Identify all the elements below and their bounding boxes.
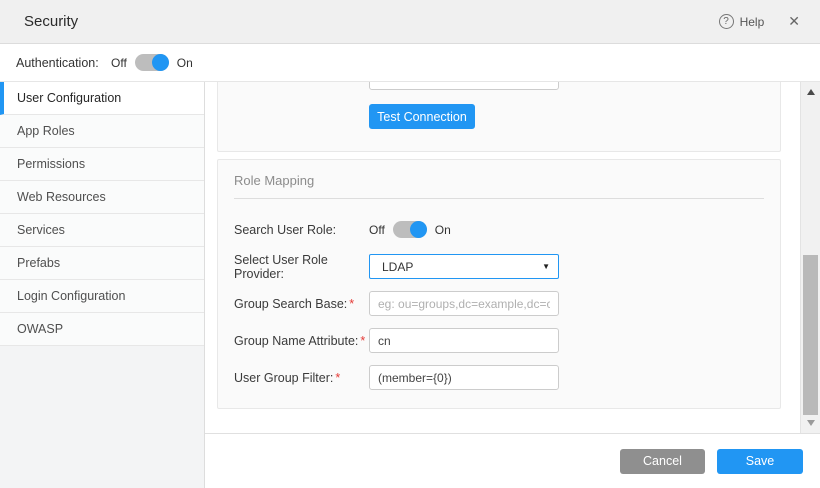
scroll-up-arrow-icon[interactable] (801, 84, 820, 100)
group-search-base-row: Group Search Base:* (234, 291, 764, 316)
scroll-area: Test Connection Role Mapping Search User… (205, 82, 820, 433)
dialog-body: User Configuration App Roles Permissions… (0, 82, 820, 488)
user-group-filter-input[interactable] (369, 365, 559, 390)
page-title: Security (24, 13, 719, 30)
test-connection-button[interactable]: Test Connection (369, 104, 475, 129)
search-user-role-row: Search User Role: Off On (234, 217, 764, 242)
user-group-filter-row: User Group Filter:* (234, 365, 764, 390)
user-group-filter-label: User Group Filter:* (234, 371, 369, 385)
search-user-role-off-label: Off (369, 223, 385, 237)
sidebar-item-user-configuration[interactable]: User Configuration (0, 82, 204, 115)
dialog-header: Security ? Help ✕ (0, 0, 820, 44)
provider-label: Select User Role Provider: (234, 253, 369, 281)
authentication-on-label: On (177, 56, 193, 70)
sidebar: User Configuration App Roles Permissions… (0, 82, 205, 488)
required-asterisk: * (349, 297, 354, 311)
group-name-attribute-input[interactable] (369, 328, 559, 353)
scroll-down-arrow-icon[interactable] (801, 415, 820, 431)
authentication-bar: Authentication: Off On (0, 44, 820, 82)
cancel-button[interactable]: Cancel (620, 449, 705, 474)
save-button[interactable]: Save (717, 449, 803, 474)
sidebar-item-permissions[interactable]: Permissions (0, 148, 204, 181)
group-search-base-input[interactable] (369, 291, 559, 316)
search-user-role-toggle[interactable] (393, 221, 427, 238)
sidebar-item-app-roles[interactable]: App Roles (0, 115, 204, 148)
header-actions: ? Help ✕ (719, 13, 800, 30)
connection-card: Test Connection (217, 82, 781, 152)
sidebar-item-services[interactable]: Services (0, 214, 204, 247)
provider-row: Select User Role Provider: LDAP ▼ (234, 254, 764, 279)
role-mapping-title: Role Mapping (234, 173, 764, 188)
group-name-attribute-label: Group Name Attribute:* (234, 334, 369, 348)
required-asterisk: * (360, 334, 365, 348)
authentication-label: Authentication: (16, 56, 111, 70)
help-label: Help (740, 15, 765, 29)
footer-actions: Cancel Save (205, 433, 820, 488)
authentication-off-label: Off (111, 56, 127, 70)
sidebar-item-prefabs[interactable]: Prefabs (0, 247, 204, 280)
user-role-provider-select[interactable]: LDAP ▼ (369, 254, 559, 279)
help-icon: ? (719, 14, 734, 29)
help-button[interactable]: ? Help (719, 14, 765, 29)
section-divider (234, 198, 764, 199)
sidebar-item-owasp[interactable]: OWASP (0, 313, 204, 346)
authentication-toggle[interactable] (135, 54, 169, 71)
sidebar-item-login-configuration[interactable]: Login Configuration (0, 280, 204, 313)
sidebar-item-web-resources[interactable]: Web Resources (0, 181, 204, 214)
required-asterisk: * (335, 371, 340, 385)
search-user-role-label: Search User Role: (234, 223, 369, 237)
chevron-down-icon: ▼ (542, 262, 550, 271)
vertical-scrollbar[interactable] (800, 82, 820, 433)
group-search-base-label: Group Search Base:* (234, 297, 369, 311)
scrollbar-thumb[interactable] (803, 255, 818, 415)
security-dialog: Security ? Help ✕ Authentication: Off On… (0, 0, 820, 488)
role-mapping-card: Role Mapping Search User Role: Off On Se… (217, 159, 781, 409)
search-user-role-on-label: On (435, 223, 451, 237)
toggle-knob (152, 54, 169, 71)
group-name-attribute-row: Group Name Attribute:* (234, 328, 764, 353)
close-icon[interactable]: ✕ (788, 13, 800, 30)
connection-field-input[interactable] (369, 82, 559, 90)
provider-selected-value: LDAP (382, 260, 542, 274)
main-panel: Test Connection Role Mapping Search User… (205, 82, 820, 488)
toggle-knob (410, 221, 427, 238)
